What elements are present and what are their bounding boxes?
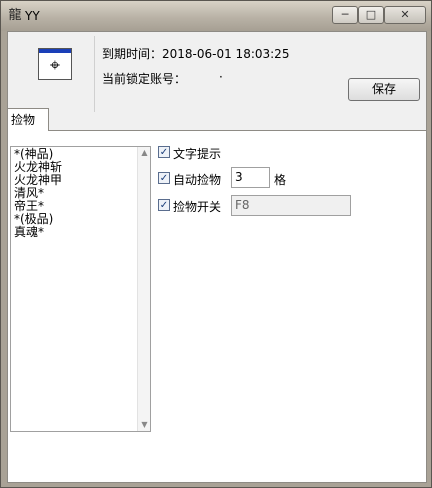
pickup-range-unit: 格 <box>274 173 287 187</box>
expiry-time-label: 到期时间：2018-06-01 18:03:25 <box>102 47 290 61</box>
header-divider <box>94 36 95 112</box>
pickup-range-input[interactable]: 3 <box>231 167 270 188</box>
window-title: YY <box>25 9 40 23</box>
tab-pickup[interactable]: 捡物 <box>7 108 49 131</box>
pickup-switch-label: 捡物开关 <box>173 200 222 214</box>
scroll-up-icon[interactable]: ▲ <box>139 148 150 157</box>
minimize-button[interactable]: ─ <box>332 6 358 24</box>
app-window: 龍 YY ─ □ ✕ ⌖ 到期时间：2018-06-01 18:03:25 当前… <box>0 0 432 488</box>
text-prompt-label: 文字提示 <box>173 147 222 161</box>
title-bar[interactable]: 龍 YY ─ □ ✕ <box>1 1 431 31</box>
auto-pickup-label: 自动捡物 <box>173 173 222 187</box>
client-area: ⌖ 到期时间：2018-06-01 18:03:25 当前锁定账号： · 保存 … <box>7 31 427 483</box>
maximize-button[interactable]: □ <box>358 6 384 24</box>
auto-pickup-checkbox[interactable]: ✓ <box>158 172 170 184</box>
locked-account-label: 当前锁定账号： <box>102 72 187 86</box>
pickup-hotkey-field[interactable]: F8 <box>231 195 351 216</box>
pickup-switch-checkbox[interactable]: ✓ <box>158 199 170 211</box>
save-button[interactable]: 保存 <box>348 78 420 101</box>
close-button[interactable]: ✕ <box>384 6 426 24</box>
crosshair-glyph: ⌖ <box>49 55 61 76</box>
item-list-content: *(神品) 火龙神斩 火龙神甲 清风* 帝王* *(极品) 真魂* <box>14 148 62 239</box>
app-logo-icon: 龍 <box>8 8 22 23</box>
list-item[interactable]: 真魂* <box>14 226 62 239</box>
item-filter-list[interactable]: *(神品) 火龙神斩 火龙神甲 清风* 帝王* *(极品) 真魂* ▲ ▼ <box>10 146 151 432</box>
logo-title-bar <box>39 49 71 53</box>
pickup-tab-panel: *(神品) 火龙神斩 火龙神甲 清风* 帝王* *(极品) 真魂* ▲ ▼ ✓ … <box>8 131 426 482</box>
crosshair-icon: ⌖ <box>38 48 72 80</box>
text-prompt-checkbox[interactable]: ✓ <box>158 146 170 158</box>
scroll-down-icon[interactable]: ▼ <box>139 420 150 429</box>
list-scrollbar[interactable]: ▲ ▼ <box>137 147 150 431</box>
locked-account-value: · <box>219 70 223 84</box>
